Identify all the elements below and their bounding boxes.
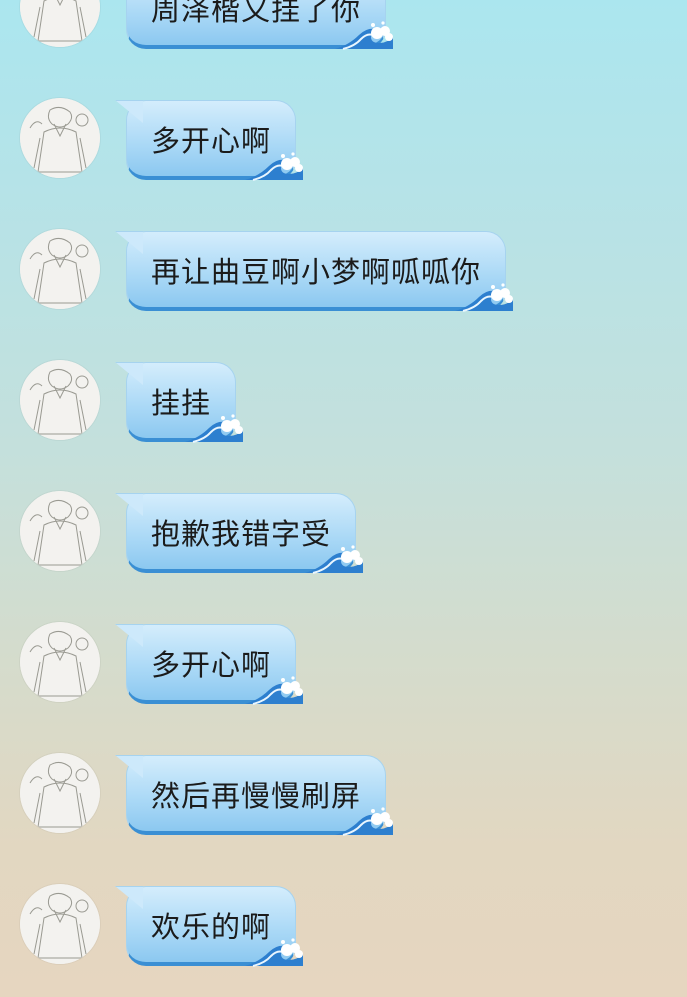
ocean-wave-icon xyxy=(245,938,304,967)
message-bubble[interactable]: 多开心啊 xyxy=(126,624,304,705)
ocean-wave-icon xyxy=(245,152,304,181)
chat-message: 周泽楷又挂了你 xyxy=(0,0,687,57)
ocean-wave-icon xyxy=(185,414,244,443)
message-bubble[interactable]: 周泽楷又挂了你 xyxy=(126,0,394,50)
avatar[interactable] xyxy=(20,98,100,178)
message-bubble[interactable]: 再让曲豆啊小梦啊呱呱你 xyxy=(126,231,514,312)
chat-message: 欢乐的啊 xyxy=(0,884,687,974)
avatar[interactable] xyxy=(20,491,100,571)
ocean-wave-icon xyxy=(335,21,394,50)
message-bubble[interactable]: 欢乐的啊 xyxy=(126,886,304,967)
chat-message: 然后再慢慢刷屏 xyxy=(0,753,687,843)
avatar-sketch-icon xyxy=(20,491,100,571)
ocean-wave-icon xyxy=(305,545,364,574)
ocean-wave-icon xyxy=(455,283,514,312)
message-bubble[interactable]: 抱歉我错字受 xyxy=(126,493,364,574)
message-text: 再让曲豆啊小梦啊呱呱你 xyxy=(151,254,482,289)
avatar-sketch-icon xyxy=(20,0,100,47)
avatar-sketch-icon xyxy=(20,622,100,702)
avatar-sketch-icon xyxy=(20,229,100,309)
avatar[interactable] xyxy=(20,622,100,702)
avatar[interactable] xyxy=(20,360,100,440)
chat-message: 抱歉我错字受 xyxy=(0,491,687,581)
chat-message-list: 周泽楷又挂了你 多开心啊 再让曲豆啊小梦啊呱呱你 挂挂 抱歉我错字受 多开心啊 … xyxy=(0,0,687,997)
message-text: 然后再慢慢刷屏 xyxy=(151,778,362,813)
chat-message: 多开心啊 xyxy=(0,622,687,712)
chat-message: 挂挂 xyxy=(0,360,687,450)
ocean-wave-icon xyxy=(335,807,394,836)
avatar-sketch-icon xyxy=(20,98,100,178)
message-bubble[interactable]: 多开心啊 xyxy=(126,100,304,181)
avatar[interactable] xyxy=(20,229,100,309)
avatar[interactable] xyxy=(20,753,100,833)
message-text: 周泽楷又挂了你 xyxy=(151,0,362,27)
avatar[interactable] xyxy=(20,884,100,964)
chat-message: 多开心啊 xyxy=(0,98,687,188)
ocean-wave-icon xyxy=(245,676,304,705)
chat-message: 再让曲豆啊小梦啊呱呱你 xyxy=(0,229,687,319)
avatar-sketch-icon xyxy=(20,884,100,964)
avatar[interactable] xyxy=(20,0,100,47)
message-bubble[interactable]: 挂挂 xyxy=(126,362,244,443)
avatar-sketch-icon xyxy=(20,753,100,833)
message-bubble[interactable]: 然后再慢慢刷屏 xyxy=(126,755,394,836)
avatar-sketch-icon xyxy=(20,360,100,440)
